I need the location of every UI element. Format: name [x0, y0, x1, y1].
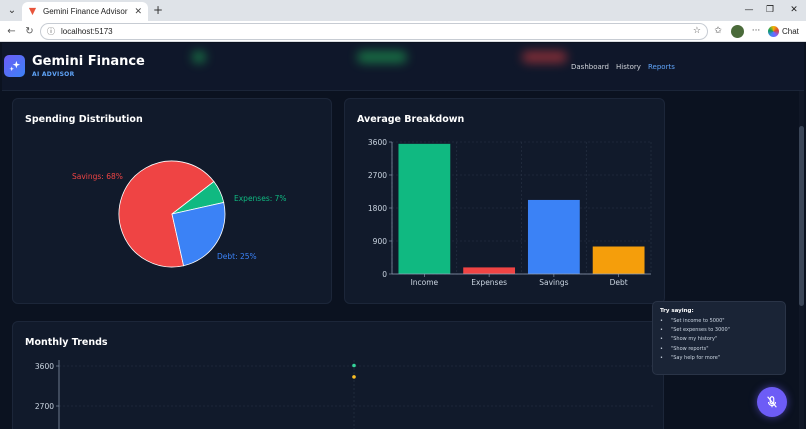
- y-tick-label: 900: [373, 237, 388, 246]
- bar-savings: [527, 199, 580, 274]
- x-tick-label: Expenses: [471, 278, 507, 287]
- new-tab-button[interactable]: +: [151, 3, 165, 18]
- pie-label-savings: Savings: 68%: [72, 172, 123, 181]
- tip-item: "Set income to 5000": [660, 318, 778, 324]
- tab-close-icon[interactable]: ✕: [134, 7, 142, 17]
- url-text: localhost:5173: [61, 27, 113, 36]
- tip-item: "Say help for more": [660, 355, 778, 361]
- x-tick-label: Income: [411, 278, 439, 287]
- more-menu-icon[interactable]: ···: [749, 25, 763, 38]
- site-info-icon[interactable]: ⓘ: [47, 26, 55, 37]
- close-window-button[interactable]: ✕: [784, 3, 804, 17]
- header-glow: [192, 51, 206, 63]
- y-tick-label: 3600: [368, 138, 387, 147]
- trend-chart: 2700 3600: [35, 360, 653, 429]
- bar-chart: 0 900 1800 2700 3600 Income Expenses Savings Deb…: [368, 138, 652, 287]
- y-tick-label: 2700: [368, 171, 387, 180]
- tip-item: "Show reports": [660, 346, 778, 352]
- sparkle-logo-icon: [4, 55, 25, 77]
- brand-title: Gemini Finance: [32, 54, 145, 69]
- profile-avatar[interactable]: [731, 25, 744, 38]
- header-glow: [357, 51, 407, 63]
- monthly-trends-card: Monthly Trends 2700 3600: [12, 321, 664, 429]
- brand-subtitle: AI ADVISOR: [32, 71, 75, 78]
- y-tick-label: 3600: [35, 362, 54, 371]
- pie-label-debt: Debt: 25%: [217, 252, 257, 261]
- favicon-icon: [28, 7, 37, 16]
- app-header: Gemini Finance AI ADVISOR Dashboard Hist…: [2, 43, 804, 91]
- x-tick-label: Savings: [539, 278, 568, 287]
- bookmark-star-icon[interactable]: ☆: [693, 26, 701, 36]
- y-tick-label: 1800: [368, 204, 387, 213]
- browser-tab-bar: ⌄ Gemini Finance Advisor ✕ + — ❐ ✕: [0, 0, 806, 21]
- chat-label: Chat: [782, 27, 799, 36]
- tab-list-icon[interactable]: ⌄: [4, 3, 20, 18]
- voice-tips-panel: Try saying: "Set income to 5000" "Set ex…: [652, 301, 786, 375]
- nav-reports[interactable]: Reports: [648, 63, 675, 71]
- header-glow: [522, 51, 567, 63]
- address-bar[interactable]: ⓘ localhost:5173 ☆: [40, 23, 708, 40]
- bar-income: [398, 143, 451, 274]
- spending-distribution-card: Spending Distribution Savings: 68% Expens…: [12, 98, 332, 304]
- pie-chart: Savings: 68% Expenses: 7% Debt: 25%: [72, 160, 287, 268]
- tips-title: Try saying:: [660, 308, 694, 314]
- trend-point: [352, 363, 356, 368]
- chat-button[interactable]: Chat: [768, 24, 799, 39]
- scrollbar-thumb[interactable]: [799, 126, 804, 306]
- browser-tab[interactable]: Gemini Finance Advisor ✕: [22, 2, 148, 21]
- address-bar-row: ← ↻ ⓘ localhost:5173 ☆ ✩ ··· Chat: [0, 21, 806, 42]
- average-breakdown-card: Average Breakdown 0 900 1800 2700 3600 Income…: [344, 98, 665, 304]
- y-tick-label: 2700: [35, 402, 54, 411]
- tab-title: Gemini Finance Advisor: [43, 7, 128, 16]
- favorites-icon[interactable]: ✩: [711, 25, 725, 38]
- mic-off-icon: [767, 396, 777, 408]
- bar-debt: [592, 246, 645, 274]
- nav-history[interactable]: History: [616, 63, 641, 71]
- chat-logo-icon: [768, 26, 779, 37]
- pie-label-expenses: Expenses: 7%: [234, 194, 287, 203]
- reload-icon[interactable]: ↻: [22, 24, 37, 39]
- nav-dashboard[interactable]: Dashboard: [571, 63, 609, 71]
- y-tick-label: 0: [382, 270, 387, 279]
- trend-point: [352, 375, 356, 379]
- tip-item: "Set expenses to 3000": [660, 327, 778, 333]
- minimize-button[interactable]: —: [739, 3, 759, 17]
- app-root: Gemini Finance AI ADVISOR Dashboard Hist…: [2, 43, 804, 429]
- back-icon[interactable]: ←: [4, 24, 19, 39]
- restore-button[interactable]: ❐: [760, 3, 780, 17]
- voice-mic-button[interactable]: [757, 387, 787, 417]
- page-scrollbar[interactable]: [799, 91, 804, 429]
- bar-expenses: [463, 267, 516, 274]
- tip-item: "Show my history": [660, 336, 778, 342]
- x-tick-label: Debt: [610, 278, 628, 287]
